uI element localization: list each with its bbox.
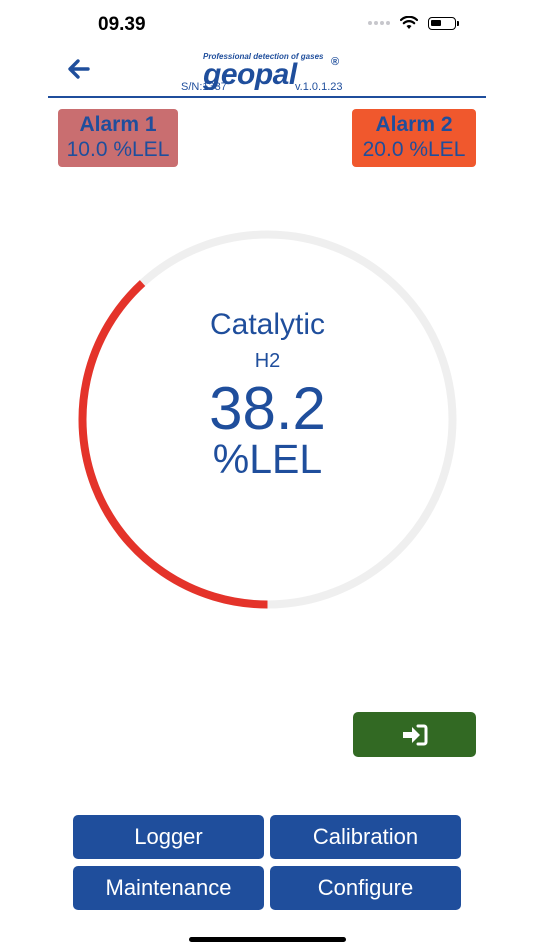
configure-button[interactable]: Configure bbox=[270, 866, 461, 910]
brand-registered-mark: ® bbox=[331, 56, 340, 68]
alarm-2-badge: Alarm 2 20.0 %LEL bbox=[352, 109, 476, 167]
maintenance-button[interactable]: Maintenance bbox=[73, 866, 264, 910]
app-header: Professional detection of gases geopal ®… bbox=[48, 50, 486, 98]
alarm-1-label: Alarm 1 bbox=[79, 113, 157, 136]
app-version: v.1.0.1.23 bbox=[295, 81, 343, 93]
alarm-1-value: 10.0 %LEL bbox=[66, 138, 170, 161]
home-indicator bbox=[189, 937, 346, 942]
back-arrow-icon[interactable] bbox=[66, 56, 92, 82]
status-icons bbox=[368, 16, 459, 30]
reading-unit: %LEL bbox=[212, 436, 323, 482]
alarm-1-badge: Alarm 1 10.0 %LEL bbox=[58, 109, 178, 167]
sign-in-icon bbox=[402, 724, 427, 745]
logger-button[interactable]: Logger bbox=[73, 815, 264, 859]
sensor-type: Catalytic bbox=[209, 308, 326, 341]
gas-name: H2 bbox=[254, 350, 281, 372]
serial-number: S/N:1337 bbox=[181, 81, 227, 93]
status-time: 09.39 bbox=[98, 14, 146, 35]
gauge-readout: Catalytic H2 38.2 %LEL bbox=[70, 222, 465, 617]
wifi-icon bbox=[400, 16, 418, 29]
battery-icon bbox=[428, 16, 459, 30]
gas-reading: 38.2 bbox=[209, 375, 326, 442]
alarm-2-label: Alarm 2 bbox=[375, 113, 453, 136]
alarm-2-value: 20.0 %LEL bbox=[362, 138, 466, 161]
calibration-button[interactable]: Calibration bbox=[270, 815, 461, 859]
sign-in-button[interactable] bbox=[353, 712, 476, 757]
cellular-signal-icon bbox=[368, 21, 390, 25]
